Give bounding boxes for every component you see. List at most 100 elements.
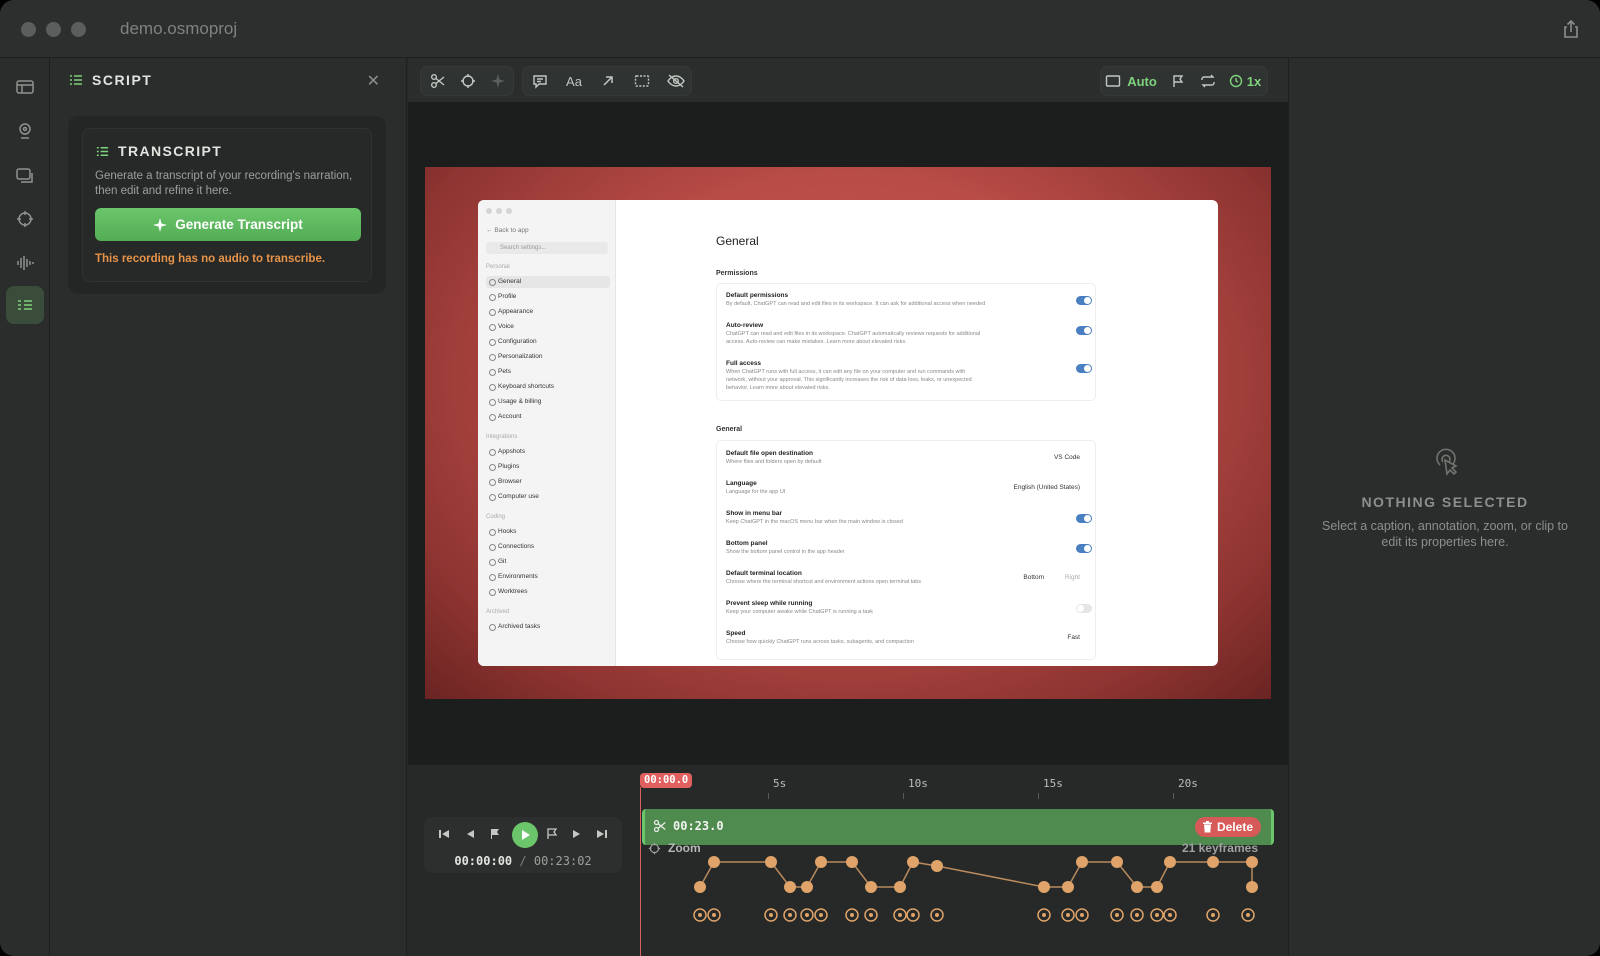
general-setting-row: Default terminal location Choose where th… (726, 570, 1086, 586)
scissors-icon (653, 819, 666, 833)
share-icon (1564, 19, 1578, 38)
zoom-keyframe-track[interactable] (640, 855, 1288, 955)
permissions-heading: Permissions (716, 270, 758, 277)
tick-label: 5s (773, 777, 787, 790)
sparkle-icon (153, 217, 168, 232)
play-icon (522, 830, 530, 840)
trash-icon (1202, 821, 1212, 833)
rail-webcam-button[interactable] (6, 112, 44, 150)
delete-label: Delete (1216, 820, 1253, 834)
close-panel-button[interactable]: ✕ (367, 71, 380, 91)
video-clip[interactable]: 00:23.0 Delete (642, 809, 1274, 845)
play-button[interactable] (512, 822, 538, 848)
setting-description: Language for the app UI (726, 489, 786, 495)
screens-icon (16, 168, 33, 183)
loop-button[interactable] (1193, 67, 1223, 95)
settings-nav-item: Account (486, 411, 610, 423)
rail-layout-button[interactable] (6, 68, 44, 106)
skip-start-button[interactable] (436, 826, 452, 842)
zoom-keyframe (1131, 881, 1143, 893)
settings-section-label: Coding (486, 514, 506, 520)
generate-transcript-button[interactable]: Generate Transcript (95, 208, 361, 241)
blur-tool-button[interactable] (661, 67, 691, 95)
audio-icon (17, 256, 34, 270)
script-panel: SCRIPT ✕ TRANSCRIPT Generate a transcrip… (50, 58, 407, 956)
setting-description: Choose how quickly ChatGPT runs across t… (726, 639, 914, 645)
box-tool-button[interactable] (627, 67, 657, 95)
recording-canvas[interactable]: ← Back to app Search settings... Persona… (425, 167, 1271, 699)
mac-dot (506, 208, 512, 214)
step-back-button[interactable] (462, 826, 478, 842)
share-button[interactable] (1560, 18, 1582, 40)
rail-zoom-button[interactable] (6, 200, 44, 238)
crosshair-icon (648, 842, 661, 855)
setting-title: Speed (726, 630, 746, 637)
text-tool-button[interactable]: Aa (559, 67, 589, 95)
title-bar: demo.osmoproj (0, 0, 1600, 58)
zoom-keyframe (931, 860, 943, 872)
minimize-window-button[interactable] (46, 22, 61, 37)
nothing-selected-title: NOTHING SELECTED (1361, 494, 1529, 510)
setting-toggle (1076, 514, 1092, 523)
settings-nav-item: Usage & billing (486, 396, 610, 408)
close-window-button[interactable] (21, 22, 36, 37)
time-ruler[interactable]: 5s 10s 15s 20s (640, 765, 1288, 799)
zoom-keyframe (1164, 856, 1176, 868)
caption-tool-button[interactable] (525, 67, 555, 95)
setting-value: VS Code (1053, 454, 1080, 461)
zoom-keyframe (894, 881, 906, 893)
playhead-time[interactable]: 00:00.0 (640, 773, 693, 788)
rail-screens-button[interactable] (6, 156, 44, 194)
general-setting-row: Speed Choose how quickly ChatGPT runs acr… (726, 630, 1086, 646)
app-window: demo.osmoproj SCRIPT ✕ TRANSCRIPT Genera… (0, 0, 1600, 956)
settings-nav-item: Environments (486, 571, 610, 583)
keyframe-marker-dot (1246, 913, 1250, 917)
skip-end-button[interactable] (594, 826, 610, 842)
delete-clip-button[interactable]: Delete (1194, 817, 1261, 837)
zoom-keyframe (907, 856, 919, 868)
marker-button[interactable] (1163, 67, 1193, 95)
tick-label: 20s (1178, 777, 1198, 790)
permission-title: Auto-review (726, 322, 764, 329)
edit-tools-group (420, 66, 514, 96)
settings-nav-item: Pets (486, 366, 610, 378)
panel-title: SCRIPT (92, 72, 153, 88)
settings-nav-item: General (486, 276, 610, 288)
speed-button[interactable]: 1x (1225, 67, 1265, 95)
dashed-rectangle-icon (634, 75, 650, 87)
settings-nav-item: Appearance (486, 306, 610, 318)
settings-nav-item: Hooks (486, 526, 610, 538)
cut-tool-button[interactable] (423, 67, 453, 95)
next-marker-button[interactable] (544, 826, 560, 842)
keyframe-marker-dot (869, 913, 873, 917)
mac-dot (486, 208, 492, 214)
settings-nav-item: Plugins (486, 461, 610, 473)
preview-stage: ← Back to app Search settings... Persona… (408, 102, 1288, 765)
zoom-window-button[interactable] (71, 22, 86, 37)
zoom-tool-button[interactable] (453, 67, 483, 95)
prev-marker-button[interactable] (487, 826, 503, 842)
zoom-keyframe (1207, 856, 1219, 868)
setting-description: Choose where the terminal shortcut and e… (726, 579, 922, 585)
clip-duration: 00:23.0 (673, 819, 724, 833)
eye-off-icon (667, 74, 685, 88)
auto-zoom-button[interactable]: Auto (1103, 67, 1159, 95)
keyframe-marker-dot (788, 913, 792, 917)
magic-tool-button[interactable] (483, 67, 513, 95)
rail-audio-button[interactable] (6, 244, 44, 282)
step-forward-button[interactable] (569, 826, 585, 842)
keyframe-marker-dot (850, 913, 854, 917)
tick-mark (903, 793, 904, 799)
zoom-keyframe (1038, 881, 1050, 893)
transcript-card-container: TRANSCRIPT Generate a transcript of your… (68, 116, 386, 294)
settings-nav-item: Browser (486, 476, 610, 488)
setting-description: Show the bottom panel control in the app… (726, 549, 845, 555)
zoom-keyframe (1246, 881, 1258, 893)
zoom-keyframe (801, 881, 813, 893)
arrow-tool-button[interactable] (593, 67, 623, 95)
settings-nav-item: Computer use (486, 491, 610, 503)
zoom-keyframe (865, 881, 877, 893)
settings-nav-item: Git (486, 556, 610, 568)
rail-script-button[interactable] (6, 286, 44, 324)
window-title: demo.osmoproj (120, 19, 238, 38)
